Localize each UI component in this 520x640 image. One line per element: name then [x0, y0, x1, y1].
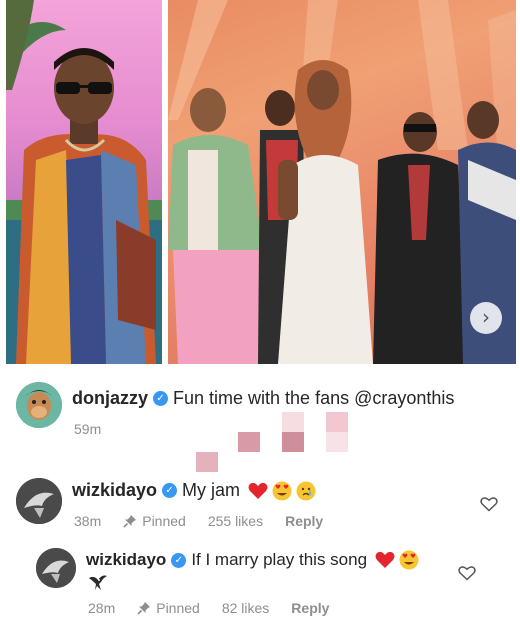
verified-badge-icon: ✓ — [153, 391, 169, 406]
eagle-emoji-icon — [89, 575, 107, 590]
redaction-block — [282, 432, 304, 452]
comment-text: If I marry play this song — [191, 550, 368, 569]
comment-meta: 28m Pinned 82 likes Reply — [88, 600, 329, 616]
comment-line: wizkidayo ✓ If I marry play this song — [86, 550, 419, 570]
caption-username[interactable]: donjazzy — [72, 388, 148, 409]
redaction-block — [326, 432, 348, 452]
eagle-avatar-icon — [16, 478, 62, 524]
carousel-next-button[interactable]: › — [470, 302, 502, 334]
caption-line: donjazzy ✓ Fun time with the fans @crayo… — [72, 388, 454, 409]
redaction-block — [326, 412, 348, 432]
post-photo-right[interactable] — [168, 0, 516, 364]
group-photo-illustration — [168, 0, 516, 364]
verified-badge-icon: ✓ — [171, 552, 187, 568]
reply-button[interactable]: Reply — [291, 600, 329, 616]
eagle-avatar-icon — [36, 548, 76, 588]
comment-username[interactable]: wizkidayo — [72, 480, 157, 501]
caption-timestamp: 59m — [74, 421, 102, 437]
wizkid-portrait-illustration — [6, 0, 162, 364]
verified-badge-icon: ✓ — [162, 483, 178, 498]
red-heart-icon — [248, 482, 268, 499]
avatar-donjazzy[interactable] — [16, 382, 62, 428]
pinned-indicator: Pinned — [123, 513, 186, 529]
redaction-block — [196, 452, 218, 472]
comment-text: My jam — [182, 480, 241, 500]
pin-icon — [123, 515, 137, 528]
reply-button[interactable]: Reply — [285, 513, 323, 529]
comment-likes[interactable]: 82 likes — [222, 600, 269, 616]
comment-username[interactable]: wizkidayo — [86, 550, 166, 570]
crying-face-icon — [296, 481, 316, 500]
like-comment-heart-icon[interactable] — [458, 565, 476, 581]
pinned-label: Pinned — [156, 600, 200, 616]
comment-timestamp: 38m — [74, 513, 102, 529]
comment-meta: 38m Pinned 255 likes Reply — [74, 513, 323, 529]
post-photo-left[interactable] — [6, 0, 162, 364]
ape-avatar-icon — [16, 382, 62, 428]
caption-text: Fun time with the fans @crayonthis — [173, 388, 455, 408]
comment-timestamp: 28m — [88, 600, 116, 616]
pinned-indicator: Pinned — [137, 600, 200, 616]
like-comment-heart-icon[interactable] — [480, 496, 498, 512]
redaction-block — [282, 412, 304, 432]
avatar-wizkidayo-reply[interactable] — [36, 548, 76, 588]
comment-likes[interactable]: 255 likes — [208, 513, 263, 529]
redaction-block — [238, 432, 260, 452]
chevron-right-icon: › — [482, 305, 490, 329]
avatar-wizkidayo[interactable] — [16, 478, 62, 524]
pinned-label: Pinned — [142, 513, 186, 529]
heart-eyes-face-icon — [272, 481, 292, 500]
comment-line: wizkidayo ✓ My jam — [72, 480, 316, 501]
red-heart-icon — [375, 551, 395, 568]
heart-eyes-face-icon — [399, 550, 419, 570]
pin-icon — [137, 602, 151, 615]
